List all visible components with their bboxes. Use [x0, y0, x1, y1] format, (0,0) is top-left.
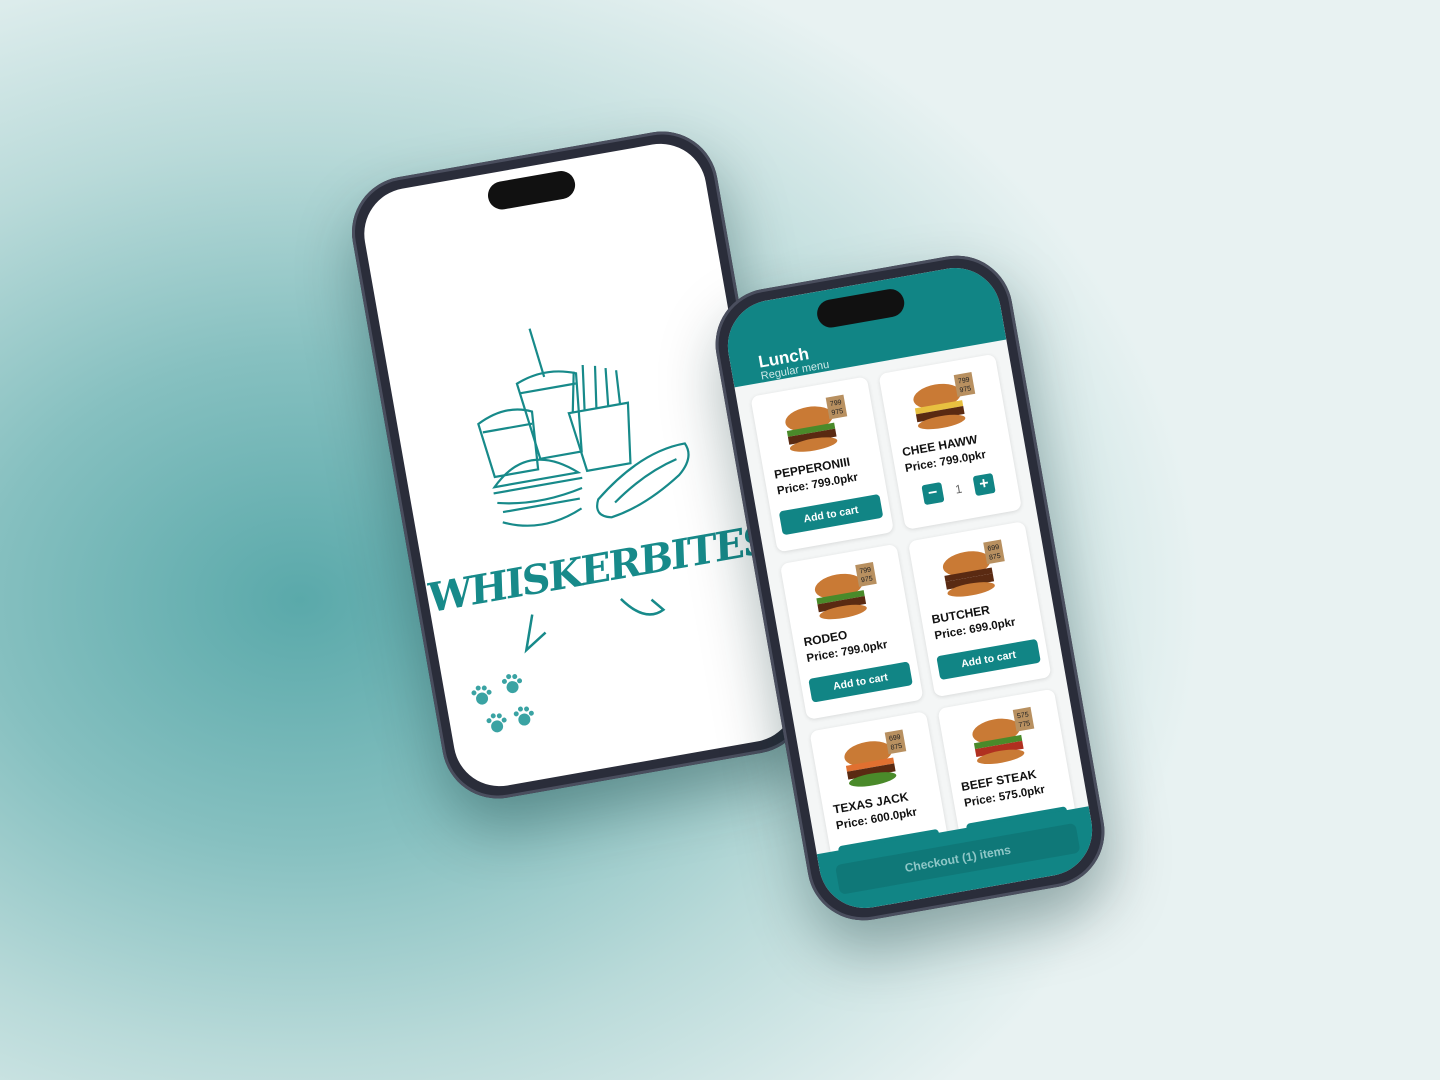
burger-image: 799 975 — [785, 394, 848, 452]
quantity-value: 1 — [954, 481, 964, 497]
add-to-cart-button[interactable]: Add to cart — [778, 493, 884, 536]
increment-button[interactable]: + — [972, 472, 996, 497]
menu-grid: 799 975 PEPPERONIII Price: 799.0pkr Add … — [750, 353, 1082, 888]
quantity-stepper[interactable]: − 1 + — [921, 472, 996, 506]
menu-item-card[interactable]: 699 875 BUTCHER Price: 699.0pkr Add to c… — [907, 521, 1052, 698]
menu-item-card[interactable]: 799 975 RODEO Price: 799.0pkr Add to car… — [779, 543, 924, 720]
burger-image: 699 875 — [942, 539, 1005, 597]
burger-image: 799 975 — [913, 372, 976, 430]
burger-image: 699 875 — [844, 729, 907, 787]
menu-item-card[interactable]: 799 975 PEPPERONIII Price: 799.0pkr Add … — [750, 376, 895, 553]
decrement-button[interactable]: − — [921, 481, 945, 506]
add-to-cart-button[interactable]: Add to cart — [936, 638, 1041, 681]
menu-item-card[interactable]: 799 975 CHEE HAWW Price: 799.0pkr − 1 + — [878, 353, 1023, 530]
paw-prints-icon — [471, 674, 534, 733]
menu-phone: Lunch Regular menu 799 975 PEPPERONIII P… — [706, 246, 1114, 930]
fast-food-illustration — [477, 328, 690, 527]
burger-image: 575 775 — [972, 706, 1035, 765]
burger-image: 799 975 — [814, 562, 877, 620]
add-to-cart-button[interactable]: Add to cart — [808, 661, 913, 703]
menu-screen: Lunch Regular menu 799 975 PEPPERONIII P… — [720, 260, 1100, 916]
